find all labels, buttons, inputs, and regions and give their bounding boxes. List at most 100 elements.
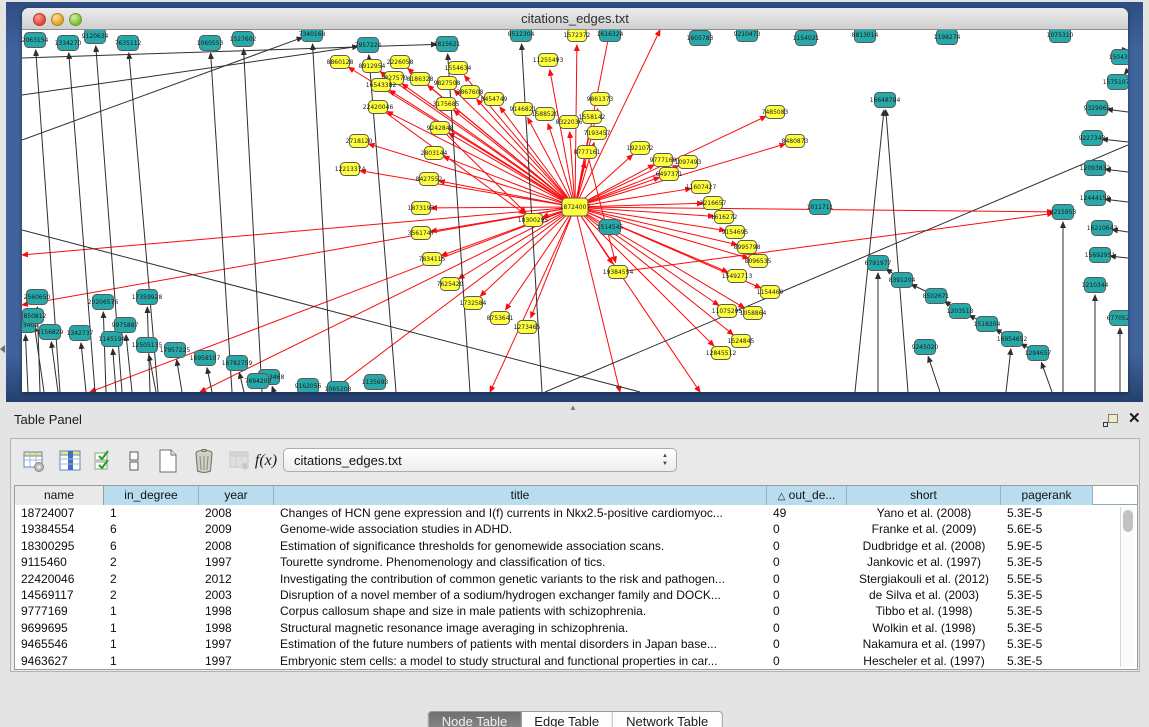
citation-edge[interactable] [886,110,908,392]
graph-node-yellow[interactable]: 3561747 [408,227,435,240]
graph-node-teal[interactable]: 9162056 [295,379,322,393]
splitter-handle[interactable]: ▲ [569,403,577,412]
graph-node-teal[interactable]: 8215953 [1050,205,1077,220]
table-header-row[interactable]: namein_degreeyeartitle△ out_de...shortpa… [15,486,1137,505]
citation-edge-red[interactable] [570,132,575,207]
graph-node-yellow[interactable]: 1873193 [408,202,435,215]
graph-node-teal[interactable]: 9975887 [112,318,139,333]
citation-edge[interactable] [25,335,28,392]
graph-node-teal[interactable]: 12505135 [132,338,163,353]
graph-node-teal[interactable]: 9120634 [82,30,109,44]
graph-node-yellow[interactable]: 12845512 [706,347,737,360]
graph-node-yellow[interactable]: 8454749 [481,93,508,106]
graph-node-teal[interactable]: 1815621 [434,37,461,52]
citation-edge[interactable] [36,50,60,392]
graph-node-yellow[interactable]: 8096535 [745,255,772,268]
graph-node-teal[interactable]: 1334270 [55,36,82,51]
graph-node-yellow[interactable]: 1097493 [675,156,702,169]
vertical-scrollbar[interactable] [1120,507,1135,667]
citation-edge[interactable] [177,360,182,392]
citation-edge[interactable] [272,386,274,392]
citation-edge-red[interactable] [575,207,719,305]
citation-edge[interactable] [1041,362,1052,392]
graph-node-teal[interactable]: 9210473 [734,30,761,42]
graph-node-teal[interactable]: 7957224 [355,38,382,53]
graph-node-yellow[interactable]: 7625420 [437,278,464,291]
graph-node-teal[interactable]: 8813014 [852,30,879,43]
column-header-out_de[interactable]: △ out_de... [767,486,847,505]
graph-node-teal[interactable]: 1527602 [230,32,257,47]
graph-node-teal[interactable]: 1210344 [1082,278,1109,293]
graph-node-yellow[interactable]: 2803144 [421,147,448,160]
graph-node-yellow[interactable]: 9154695 [722,226,749,239]
graph-node-teal[interactable]: 1518204 [974,317,1001,332]
graph-node-yellow[interactable]: 8777161 [574,146,601,159]
graph-node-yellow[interactable]: 1572372 [564,30,591,42]
graph-node-teal[interactable]: 8502671 [923,289,950,304]
column-header-in_degree[interactable]: in_degree [104,486,199,505]
citation-edge[interactable] [1006,349,1011,392]
citation-edge[interactable] [239,373,244,392]
citation-edge-red[interactable] [378,107,525,214]
graph-node-yellow[interactable]: 11607427 [686,181,717,194]
graph-node-teal[interactable]: 6770521 [1107,311,1128,326]
tab-edge-table[interactable]: Edge Table [521,712,613,727]
column-header-title[interactable]: title [274,486,767,505]
graph-node-yellow[interactable]: 9861373 [587,93,614,106]
graph-node-teal[interactable]: 1065208 [325,382,352,393]
citation-edge[interactable] [103,312,106,392]
graph-node-yellow[interactable]: 9827508 [434,77,461,90]
citation-edge-red[interactable] [387,112,575,207]
graph-node-teal[interactable]: 16958107 [190,351,221,366]
graph-node-yellow[interactable]: 12213374 [335,163,366,176]
graph-node-teal[interactable]: 15692951 [1085,248,1116,263]
graph-node-teal[interactable]: 1135693 [362,375,389,390]
citation-edge[interactable] [928,356,940,392]
graph-node-yellow[interactable]: 19384554 [603,266,634,279]
graph-node-yellow[interactable]: 8186328 [407,73,434,86]
panel-collapse-arrow-icon[interactable] [0,345,5,353]
graph-node-yellow[interactable]: 22420046 [363,101,394,114]
graph-node-teal[interactable]: 12444158 [1080,191,1111,206]
table-row[interactable]: 2242004622012Investigating the contribut… [15,571,1137,587]
citation-edge[interactable] [244,49,262,392]
citation-edge-red[interactable] [618,213,1053,272]
graph-node-yellow[interactable]: 1058864 [740,307,767,320]
graph-node-teal[interactable]: 1145194 [99,332,126,347]
batch-edit-icon[interactable] [89,446,119,476]
graph-node-yellow[interactable]: 11075205 [712,305,743,318]
table-row[interactable]: 946362711997Embryonic stem cells: a mode… [15,653,1137,669]
graph-node-teal[interactable]: 1011711 [807,200,834,215]
graph-node-yellow[interactable]: 8753641 [487,312,514,325]
graph-node-teal[interactable]: 2560650 [24,290,51,305]
graph-node-teal[interactable]: 9245020 [912,340,939,355]
citation-edge[interactable] [855,110,884,392]
graph-node-teal[interactable]: 1616324 [597,30,624,42]
citation-edge[interactable] [69,53,95,392]
graph-node-yellow[interactable]: 18724007 [560,198,591,216]
graph-node-teal[interactable]: 8391204 [889,273,916,288]
graph-node-yellow[interactable]: 8995798 [734,241,761,254]
table-row[interactable]: 1872400712008Changes of HCN gene express… [15,505,1137,521]
graph-node-yellow[interactable]: 8427552 [416,173,443,186]
citation-edge[interactable] [113,349,116,392]
citation-edge[interactable] [211,53,232,392]
table-row[interactable]: 911546021997Tourette syndrome. Phenomeno… [15,554,1137,570]
table-row[interactable]: 977716911998Corpus callosum shape and si… [15,603,1137,619]
citation-edge[interactable] [1124,70,1128,74]
citation-edge[interactable] [81,343,86,392]
graph-node-teal[interactable]: 7635112 [115,36,142,51]
graph-node-teal[interactable]: 1203518 [947,304,974,319]
graph-node-yellow[interactable]: 2226058 [387,56,414,69]
graph-node-yellow[interactable]: 8480873 [782,135,809,148]
graph-node-teal[interactable]: 1154021 [793,31,820,46]
graph-node-yellow[interactable]: 7834115 [419,253,446,266]
graph-node-yellow[interactable]: 11255493 [533,54,564,67]
graph-node-teal[interactable]: 1156829 [37,325,64,340]
citation-network-graph[interactable]: 1872400788601288912954222605818275708186… [22,30,1128,392]
graph-node-teal[interactable]: 16648784 [870,93,901,108]
table-row[interactable]: 1938455462009Genome-wide association stu… [15,521,1137,537]
graph-node-teal[interactable]: 1060553 [197,36,224,51]
citation-edge-red[interactable] [443,157,575,207]
graph-node-yellow[interactable]: 3175685 [433,98,460,111]
